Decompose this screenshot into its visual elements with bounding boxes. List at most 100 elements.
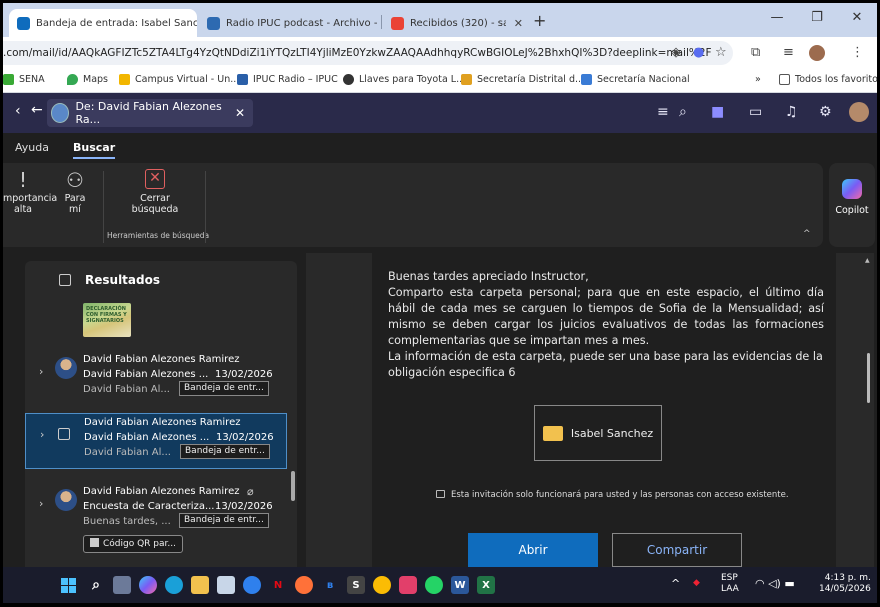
split-screen-icon[interactable]: ⧉ (751, 45, 760, 60)
edge-icon[interactable] (165, 576, 183, 594)
close-search-button[interactable]: ✕ Cerrar búsqueda (123, 169, 187, 215)
store-icon[interactable] (217, 576, 235, 594)
pocket-icon[interactable] (399, 576, 417, 594)
restore-button[interactable]: ❐ (797, 10, 837, 25)
folder-icon (779, 74, 790, 85)
tray-app-icon[interactable]: ◆ (693, 578, 700, 589)
firefox-icon[interactable] (295, 576, 313, 594)
close-icon[interactable]: ✕ (377, 17, 379, 30)
open-button[interactable]: Abrir (468, 533, 598, 567)
bookmark-secretaria-nacional[interactable]: Secretaría Nacional (581, 74, 690, 85)
feedback-icon[interactable]: ▭ (749, 104, 762, 120)
bookmark-sena[interactable]: SENA (3, 74, 45, 85)
paperclip-icon: ⌀ (247, 485, 254, 498)
sender: David Fabian Alezones Ramirez (83, 486, 240, 497)
chevron-right-icon[interactable]: › (39, 365, 43, 379)
list-scrollbar[interactable] (291, 301, 295, 571)
excel-icon[interactable]: X (477, 576, 495, 594)
preview: David Fabian Al... (84, 447, 171, 458)
chrome-icon[interactable] (373, 576, 391, 594)
screen-tool-icon[interactable]: S (347, 576, 365, 594)
tab-ayuda[interactable]: Ayuda (15, 141, 49, 154)
avatar (55, 489, 77, 511)
attachment-thumbnail[interactable]: DECLARACIÓN CON FIRMAS Y SIGNATARIOS (83, 303, 131, 337)
tab-buscar[interactable]: Buscar (73, 141, 116, 159)
bookmark-label: Secretaría Distrital d... (477, 74, 585, 85)
folder-chip[interactable]: Bandeja de entr... (180, 444, 270, 459)
profile-avatar[interactable] (809, 45, 825, 61)
results-header: Resultados (25, 261, 297, 299)
select-all-checkbox[interactable] (59, 274, 71, 286)
item-checkbox[interactable] (58, 428, 70, 440)
bookmarks-overflow[interactable]: » (755, 74, 761, 85)
bookmark-label: SENA (19, 74, 45, 85)
list-item[interactable]: › David Fabian Alezones Ramirez David Fa… (25, 351, 287, 403)
scrollbar-thumb[interactable] (867, 353, 870, 403)
browser-tab-radio[interactable]: Radio IPUC podcast - Archivo - ✕ (199, 9, 379, 37)
reader-icon[interactable]: ◈ (671, 45, 681, 60)
chevron-right-icon[interactable]: › (39, 497, 43, 511)
scrollbar-thumb[interactable] (291, 471, 295, 501)
folder-chip[interactable]: Bandeja de entr... (179, 513, 269, 528)
bookmark-secretaria-distrital[interactable]: Secretaría Distrital d... (461, 74, 584, 85)
chevron-up-icon[interactable]: ^ (671, 578, 680, 589)
app-icon[interactable] (243, 576, 261, 594)
chevron-left-icon[interactable]: ‹ (15, 103, 21, 119)
shared-folder-card[interactable]: Isabel Sanchez (534, 405, 662, 461)
list-item-selected[interactable]: › David Fabian Alezones Ramirez David Fa… (25, 413, 287, 469)
copilot-icon[interactable] (139, 576, 157, 594)
bookmark-maps[interactable]: Maps (67, 74, 108, 85)
netflix-icon[interactable]: N (269, 576, 287, 594)
bookmark-ipuc[interactable]: IPUC Radio – IPUC (237, 74, 338, 85)
open-message-tab[interactable]: De: David Fabian Alezones Ra... ✕ (47, 99, 253, 127)
all-favorites[interactable]: Todos los favoritos (779, 74, 877, 85)
wifi-icon[interactable]: ◠ ◁) ▬ (755, 578, 795, 589)
extension-icon[interactable]: ● (693, 45, 704, 60)
folder-chip[interactable]: Bandeja de entr... (179, 381, 269, 396)
search-icon[interactable]: ⌕ (87, 576, 105, 594)
share-button[interactable]: Compartir (612, 533, 742, 567)
browser-tab-outlook[interactable]: Bandeja de entrada: Isabel Sanc ✕ (9, 9, 197, 37)
file-explorer-icon[interactable] (191, 576, 209, 594)
time: 4:13 p. m. (824, 573, 871, 583)
search-icon[interactable]: ⌕ (679, 104, 687, 120)
teams-icon[interactable]: ■ (711, 104, 724, 120)
address-bar[interactable]: .com/mail/id/AAQkAGFIZTc5ZTA4LTg4YzQtNDd… (3, 41, 733, 65)
scroll-up-icon[interactable]: ▲ (865, 257, 870, 264)
filter-icon[interactable]: ≡ (657, 104, 669, 120)
gear-icon[interactable]: ⚙ (819, 104, 832, 120)
bookmark-campus[interactable]: Campus Virtual - Un... (119, 74, 239, 85)
close-icon[interactable]: ✕ (506, 17, 523, 30)
bell-icon[interactable]: ♫ (785, 104, 798, 120)
secretaria-icon (461, 74, 472, 85)
new-tab-button[interactable]: + (533, 11, 546, 30)
word-icon[interactable]: W (451, 576, 469, 594)
start-icon[interactable] (59, 576, 77, 594)
back-arrow-icon[interactable]: ← (31, 102, 43, 118)
browser-tab-gmail[interactable]: Recibidos (320) - sanchezisabel ✕ (383, 9, 531, 37)
minimize-button[interactable]: — (757, 10, 797, 25)
more-icon[interactable]: ⋮ (851, 45, 864, 60)
chevron-right-icon[interactable]: › (40, 428, 44, 442)
language-indicator[interactable]: ESP LAA (721, 573, 739, 595)
task-view-icon[interactable] (113, 576, 131, 594)
reading-scrollbar[interactable]: ▲ (864, 253, 872, 579)
attachment-chip[interactable]: Código QR par... (83, 535, 183, 553)
close-window-button[interactable]: ✕ (837, 10, 877, 25)
star-icon[interactable]: ☆ (715, 45, 727, 60)
close-icon[interactable]: ✕ (235, 106, 245, 120)
copilot-button[interactable]: Copilot (829, 163, 875, 247)
list-item[interactable]: › David Fabian Alezones Ramirez ⌀ Encues… (25, 483, 287, 563)
user-avatar[interactable] (849, 102, 869, 122)
avatar (55, 357, 77, 379)
chevron-up-icon[interactable]: ^ (803, 229, 811, 239)
lock-icon (436, 490, 445, 498)
clock[interactable]: 4:13 p. m. 14/05/2026 (819, 573, 871, 595)
bookmark-toyota[interactable]: Llaves para Toyota L... (343, 74, 465, 85)
importance-button[interactable]: ! mportancia alta (3, 169, 57, 215)
bluetooth-icon[interactable]: ʙ (321, 576, 339, 594)
sender: David Fabian Alezones Ramirez (84, 417, 241, 428)
for-me-button[interactable]: ⚇ Para mí (59, 169, 91, 215)
whatsapp-icon[interactable] (425, 576, 443, 594)
favorites-icon[interactable]: ≡ (783, 45, 794, 60)
